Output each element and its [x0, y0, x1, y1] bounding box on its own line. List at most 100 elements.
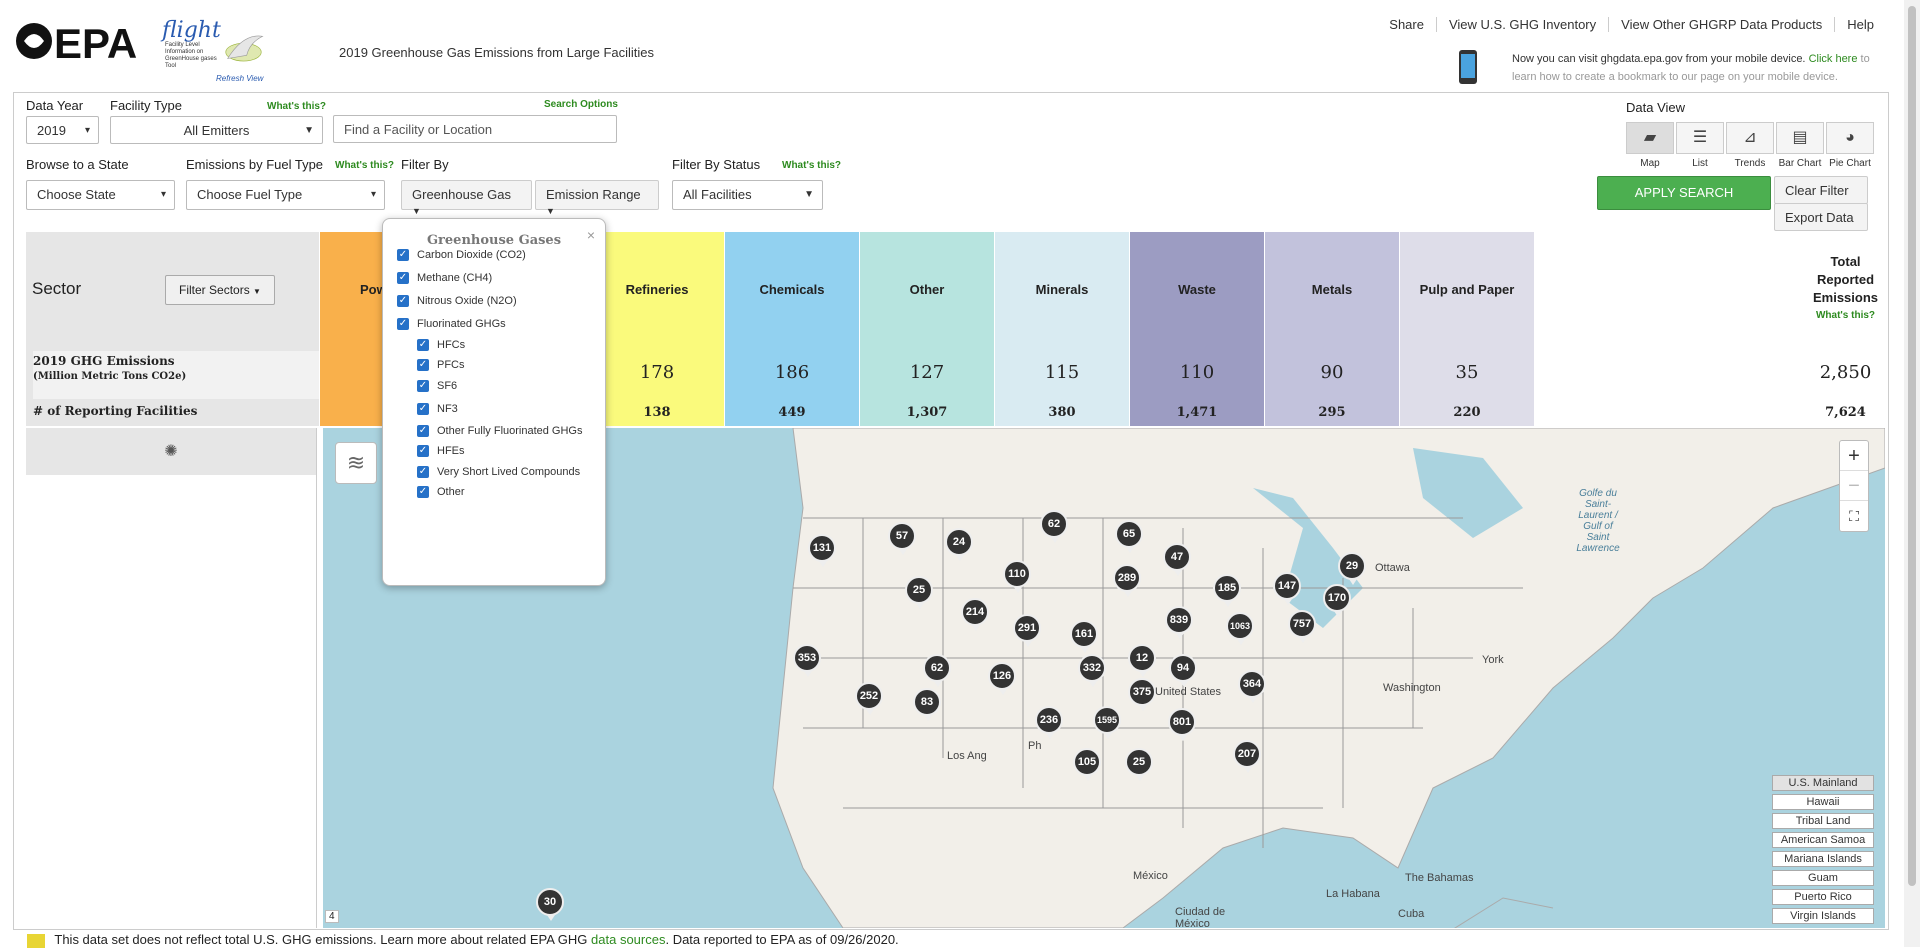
filter-sectors-button[interactable]: Filter Sectors ▼: [165, 275, 275, 305]
checkbox-checked-icon[interactable]: ✓: [397, 249, 409, 261]
facility-cluster-marker[interactable]: 105: [1073, 748, 1101, 781]
emission-range-button[interactable]: Emission Range ▼: [535, 180, 659, 216]
clear-filter-button[interactable]: Clear Filter: [1774, 176, 1868, 204]
list-view-button[interactable]: ☰: [1676, 122, 1724, 154]
facility-cluster-marker[interactable]: 1063: [1226, 612, 1254, 645]
total-whats-this[interactable]: What's this?: [1816, 307, 1875, 325]
facility-cluster-marker[interactable]: 94: [1169, 654, 1197, 687]
state-select[interactable]: Choose State ▾: [26, 180, 175, 210]
epa-logo[interactable]: EPA: [14, 18, 154, 64]
facility-cluster-marker[interactable]: 214: [961, 598, 989, 631]
checkbox-checked-icon[interactable]: ✓: [397, 272, 409, 284]
sector-column[interactable]: Waste 110 1,471: [1129, 232, 1264, 426]
checkbox-checked-icon[interactable]: ✓: [417, 380, 429, 392]
zoom-in-button[interactable]: +: [1840, 441, 1868, 471]
trends-view-button[interactable]: ⊿: [1726, 122, 1774, 154]
facility-cluster-marker[interactable]: 185: [1213, 574, 1241, 607]
region-button[interactable]: Puerto Rico: [1772, 889, 1874, 905]
gas-checkbox-row[interactable]: ✓ Nitrous Oxide (N2O): [397, 295, 517, 307]
sector-column[interactable]: Chemicals 186 449: [724, 232, 859, 426]
gas-checkbox-row[interactable]: ✓ Methane (CH4): [397, 272, 492, 284]
scrollbar-thumb[interactable]: [1908, 6, 1916, 886]
facility-cluster-marker[interactable]: 147: [1273, 572, 1301, 605]
facility-cluster-marker[interactable]: 57: [888, 522, 916, 555]
region-button[interactable]: Tribal Land: [1772, 813, 1874, 829]
search-options-link[interactable]: Search Options: [544, 99, 618, 110]
facility-cluster-marker[interactable]: 289: [1113, 564, 1141, 597]
ghgrp-products-link[interactable]: View Other GHGRP Data Products: [1608, 17, 1834, 32]
gas-checkbox-row[interactable]: ✓ Carbon Dioxide (CO2): [397, 249, 526, 261]
facility-cluster-marker[interactable]: 353: [793, 644, 821, 677]
facility-cluster-marker[interactable]: 252: [855, 682, 883, 715]
search-input[interactable]: Find a Facility or Location: [333, 115, 617, 143]
sector-column[interactable]: Refineries 178 138: [589, 232, 724, 426]
facility-cluster-marker[interactable]: 126: [988, 662, 1016, 695]
gas-checkbox-row[interactable]: ✓ NF3: [417, 403, 458, 415]
layers-button[interactable]: ≋: [335, 442, 377, 484]
facility-cluster-marker[interactable]: 236: [1035, 706, 1063, 739]
facility-cluster-marker[interactable]: 375: [1128, 678, 1156, 711]
gas-checkbox-row[interactable]: ✓ SF6: [417, 380, 457, 392]
facility-cluster-marker[interactable]: 291: [1013, 614, 1041, 647]
apply-search-button[interactable]: APPLY SEARCH: [1597, 176, 1771, 210]
facility-cluster-marker[interactable]: 83: [913, 688, 941, 721]
share-link[interactable]: Share: [1377, 17, 1436, 32]
region-button[interactable]: Hawaii: [1772, 794, 1874, 810]
checkbox-checked-icon[interactable]: ✓: [417, 445, 429, 457]
gas-checkbox-row[interactable]: ✓ HFCs: [417, 339, 465, 351]
facility-cluster-marker[interactable]: 131: [808, 534, 836, 567]
data-sources-link[interactable]: data sources: [591, 932, 665, 947]
facility-cluster-marker[interactable]: 1595: [1093, 706, 1121, 739]
map-view-button[interactable]: ▰: [1626, 122, 1674, 154]
fuel-type-select[interactable]: Choose Fuel Type ▾: [186, 180, 385, 210]
checkbox-checked-icon[interactable]: ✓: [417, 359, 429, 371]
region-button[interactable]: Mariana Islands: [1772, 851, 1874, 867]
region-button[interactable]: Guam: [1772, 870, 1874, 886]
checkbox-checked-icon[interactable]: ✓: [397, 295, 409, 307]
sector-column[interactable]: Other 127 1,307: [859, 232, 994, 426]
region-button[interactable]: Virgin Islands: [1772, 908, 1874, 924]
page-scrollbar[interactable]: [1904, 0, 1920, 947]
refresh-view-link[interactable]: Refresh View: [216, 74, 263, 83]
fuel-type-whats-this[interactable]: What's this?: [335, 160, 394, 171]
checkbox-checked-icon[interactable]: ✓: [417, 466, 429, 478]
facility-cluster-marker[interactable]: 332: [1078, 654, 1106, 687]
checkbox-checked-icon[interactable]: ✓: [417, 425, 429, 437]
facility-cluster-marker[interactable]: 839: [1165, 606, 1193, 639]
gas-checkbox-row[interactable]: ✓ Other: [417, 486, 465, 498]
facility-cluster-marker[interactable]: 25: [1125, 748, 1153, 781]
gas-checkbox-row[interactable]: ✓ Very Short Lived Compounds: [417, 466, 580, 478]
facility-cluster-marker[interactable]: 110: [1003, 560, 1031, 593]
greenhouse-gas-button[interactable]: Greenhouse Gas ▼: [401, 180, 532, 216]
facility-cluster-marker[interactable]: 364: [1238, 670, 1266, 703]
checkbox-checked-icon[interactable]: ✓: [417, 403, 429, 415]
facility-cluster-marker[interactable]: 207: [1233, 740, 1261, 773]
export-data-button[interactable]: Export Data: [1774, 203, 1868, 231]
gas-checkbox-row[interactable]: ✓ Other Fully Fluorinated GHGs: [417, 425, 583, 437]
ghg-inventory-link[interactable]: View U.S. GHG Inventory: [1435, 17, 1608, 32]
status-whats-this[interactable]: What's this?: [782, 160, 841, 171]
checkbox-checked-icon[interactable]: ✓: [417, 339, 429, 351]
facility-cluster-marker[interactable]: 29: [1338, 552, 1366, 585]
bar-chart-view-button[interactable]: ▤: [1776, 122, 1824, 154]
zoom-out-button[interactable]: −: [1840, 471, 1868, 501]
data-year-select[interactable]: 2019 ▾: [26, 116, 99, 144]
checkbox-checked-icon[interactable]: ✓: [417, 486, 429, 498]
gas-checkbox-row[interactable]: ✓ Fluorinated GHGs: [397, 318, 506, 330]
mobile-click-here-link[interactable]: Click here: [1809, 53, 1858, 65]
gas-checkbox-row[interactable]: ✓ PFCs: [417, 359, 465, 371]
facility-cluster-marker[interactable]: 170: [1323, 584, 1351, 617]
facility-cluster-marker[interactable]: 65: [1115, 520, 1143, 553]
checkbox-checked-icon[interactable]: ✓: [397, 318, 409, 330]
facility-cluster-marker[interactable]: 47: [1163, 543, 1191, 576]
pie-chart-view-button[interactable]: ◕: [1826, 122, 1874, 154]
facility-cluster-marker[interactable]: 161: [1070, 620, 1098, 653]
sector-column[interactable]: Metals 90 295: [1264, 232, 1399, 426]
fullscreen-button[interactable]: ⛶: [1840, 501, 1868, 531]
close-icon[interactable]: ×: [587, 227, 595, 243]
facility-type-select[interactable]: All Emitters ▼: [110, 116, 323, 144]
facility-type-whats-this[interactable]: What's this?: [267, 101, 326, 112]
facility-cluster-marker[interactable]: 62: [923, 654, 951, 687]
facility-cluster-marker[interactable]: 801: [1168, 708, 1196, 741]
help-link[interactable]: Help: [1834, 17, 1886, 32]
